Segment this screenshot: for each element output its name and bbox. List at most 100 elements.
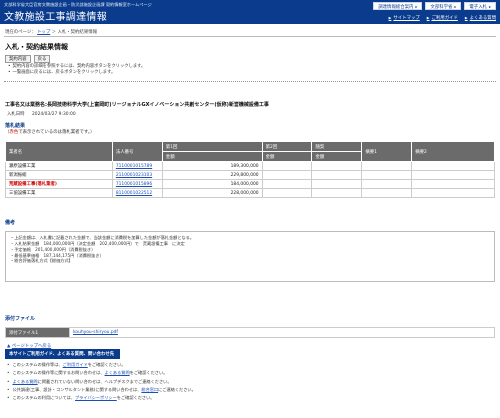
breadcrumb-separator: ＞ (51, 30, 57, 35)
breadcrumb-prefix: 現在のページ： (5, 30, 36, 35)
round3-amount (311, 170, 363, 180)
ext-link-e-bidding[interactable]: 電子入札 ▸ (464, 2, 496, 10)
attachment-file-link[interactable]: kouhyou-shiryou.pdf (73, 330, 118, 335)
notes-box: ・上記金額は、入札書に記載された金額で、当該金額に消費税を加算した金額が落札金額… (5, 231, 495, 282)
help-list: 契約内容の詳細を参照するには、契約内容ボタンをクリックします。 一覧画面に戻るに… (8, 64, 146, 76)
guide-item: このシステムの操作等に関するお問い合わせは、よくある質問をご確認ください。 (7, 369, 196, 377)
guide-text: 公共調達(工事、設計・コンサルタント業務)に関する問い合わせは、 (12, 386, 142, 392)
col-round1-amount: 金額 (161, 151, 263, 162)
contract-details-button[interactable]: 契約内容 (5, 55, 31, 63)
attachment-cell: kouhyou-shiryou.pdf (69, 327, 495, 338)
external-links: 調達情報総合案内 ▸ 文部科学省 ▸ 電子入札 ▸ (373, 2, 496, 10)
table-header-row: 業者名 法人番号 第1回 第2回 随契 摘要1 摘要2 (5, 141, 495, 162)
corp-number-link[interactable]: 7110001015789 (116, 164, 152, 169)
ext-link-mext[interactable]: 文部科学省 ▸ (425, 2, 462, 10)
remark1-cell (361, 179, 413, 189)
corp-number-link[interactable]: 7110001015896 (116, 182, 152, 187)
user-guide-link-label: ご利用ガイド (431, 16, 458, 21)
guide-item: このシステムの利用については、プライバシーポリシーをご確認ください。 (7, 394, 196, 402)
corp-number-cell: 2110001023103 (111, 170, 163, 180)
col-remark1: 摘要1 (361, 141, 413, 162)
remark2-cell (411, 170, 495, 180)
sitemap-link-label: サイトマップ (393, 16, 420, 21)
corp-number-cell: 7110001015789 (111, 161, 163, 171)
company-name: 新潟振総 (5, 170, 113, 180)
corp-number-cell: 7110001015896 (111, 179, 163, 189)
col-company: 業者名 (5, 141, 113, 162)
round2-amount (261, 161, 313, 171)
guide-text: に掲載されていない問い合わせは、ヘルプデスクまでご連絡ください。 (37, 378, 172, 384)
corp-number-cell: 8110001022512 (111, 188, 163, 198)
results-section-label: 落札結果 (5, 123, 26, 129)
ext-link-label: 調達情報総合案内 (378, 5, 414, 10)
round3-amount (311, 161, 363, 171)
user-guide-link[interactable]: ご利用ガイド (63, 362, 88, 367)
guide-text: をご確認ください。 (129, 370, 168, 376)
attachments-section-label: 添付ファイル (5, 316, 36, 322)
table-row: 三協設備工業 8110001022512 228,000,000 (5, 188, 495, 198)
corp-number-link[interactable]: 2110001023103 (116, 173, 152, 178)
contact-window-link[interactable]: 総合窓口 (141, 387, 158, 392)
remark1-cell (361, 188, 413, 198)
attachments-table: 添付ファイル1 kouhyou-shiryou.pdf (5, 327, 495, 338)
guide-title: 本サイトご利用ガイド、よくある質問、問い合わせ先 (5, 349, 120, 359)
guide-text: をご確認ください。 (87, 362, 126, 367)
col-round1: 第1回 (161, 141, 263, 152)
faq-link[interactable]: よくある質問 (105, 370, 130, 375)
round2-amount (261, 170, 313, 180)
site-header: 文部科学省大臣官房文教施設企画・防災部施設企画課 契約情報室ホームページ 文教施… (0, 0, 500, 24)
note-line: ・入札結果金額 184,000,000円（決定金額 202,400,000円）で… (10, 240, 185, 246)
ext-link-label: 文部科学省 (430, 5, 453, 10)
col-round2-amount: 金額 (261, 151, 313, 162)
corp-number-link[interactable]: 8110001022512 (116, 191, 152, 196)
attachment-row: 添付ファイル1 kouhyou-shiryou.pdf (5, 327, 495, 338)
faq-link[interactable]: ▶ よくある質問 (465, 15, 496, 21)
breadcrumb-current: 入札・契約結果情報 (57, 30, 97, 35)
guide-text: このシステムの操作等に関するお問い合わせは、 (12, 370, 105, 376)
remark2-cell (411, 179, 495, 189)
col-remark2: 摘要2 (411, 141, 495, 162)
guide-item: よくある質問に掲載されていない問い合わせは、ヘルプデスクまでご連絡ください。 (7, 378, 196, 386)
breadcrumb-top-link[interactable]: トップ (37, 30, 50, 35)
bid-datetime: 入札日時 2024/03/27 9:30:00 (7, 111, 76, 117)
remark1-cell (361, 161, 413, 171)
guide-list: このシステムの操作等は、ご利用ガイドをご確認ください。 このシステムの操作等に関… (7, 361, 196, 402)
privacy-policy-link[interactable]: プライバシーポリシー (75, 395, 117, 400)
faq-link[interactable]: よくある質問 (12, 379, 37, 384)
round1-amount: 184,000,000 (161, 179, 263, 189)
guide-item: 公共調達(工事、設計・コンサルタント業務)に関する問い合わせは、総合窓口にご連絡… (7, 386, 195, 394)
round2-amount (261, 188, 313, 198)
round1-amount: 228,000,000 (161, 188, 263, 198)
col-round2: 第2回 (261, 141, 313, 152)
attachment-label: 添付ファイル1 (5, 327, 70, 338)
external-arrow-icon: ▸ (488, 4, 491, 9)
sitemap-link[interactable]: ▶ サイトマップ (389, 15, 420, 21)
ext-link-procurement-guide[interactable]: 調達情報総合案内 ▸ (373, 2, 423, 10)
winner-note-red: 赤色 (9, 130, 19, 135)
back-button[interactable]: 戻る (33, 55, 51, 63)
remark1-cell (361, 170, 413, 180)
company-name: 瀬原設備工業 (5, 161, 113, 171)
faq-link-label: よくある質問 (469, 16, 496, 21)
table-row: 瀬原設備工業 7110001015789 189,300,000 (5, 161, 495, 171)
winner-note: （赤色で表示されているのは落札業者です。） (5, 129, 94, 135)
triangle-right-icon: ▶ (464, 16, 468, 20)
breadcrumb: 現在のページ： トップ ＞ 入札・契約結果情報 (5, 29, 97, 35)
triangle-right-icon: ▶ (388, 16, 392, 20)
col-corp-number: 法人番号 (111, 141, 163, 162)
round1-amount: 229,800,000 (161, 170, 263, 180)
project-title: 工事名又は業務名:長岡技術科学大学(上富岡町)リージョナルGXイノベーション共創… (5, 102, 269, 108)
header-sub-links: ▶ サイトマップ ▶ ご利用ガイド ▶ よくある質問 (389, 15, 496, 21)
winner-note-post: で表示されているのは落札業者です。） (18, 130, 95, 135)
round3-amount (311, 188, 363, 198)
user-guide-link[interactable]: ▶ ご利用ガイド (427, 15, 458, 21)
round3-amount (311, 179, 363, 189)
round1-amount: 189,300,000 (161, 161, 263, 171)
note-line: ・総合評価落札方式【総価方式】 (10, 258, 73, 264)
divider (4, 81, 496, 82)
col-round3-amount: 金額 (311, 151, 363, 162)
col-round3: 随契 (311, 141, 363, 152)
action-buttons: 契約内容 戻る (5, 55, 51, 63)
help-item: 一覧画面に戻るには、戻るボタンをクリックします。 (8, 70, 145, 76)
site-title[interactable]: 文教施設工事調達情報 (4, 8, 107, 23)
